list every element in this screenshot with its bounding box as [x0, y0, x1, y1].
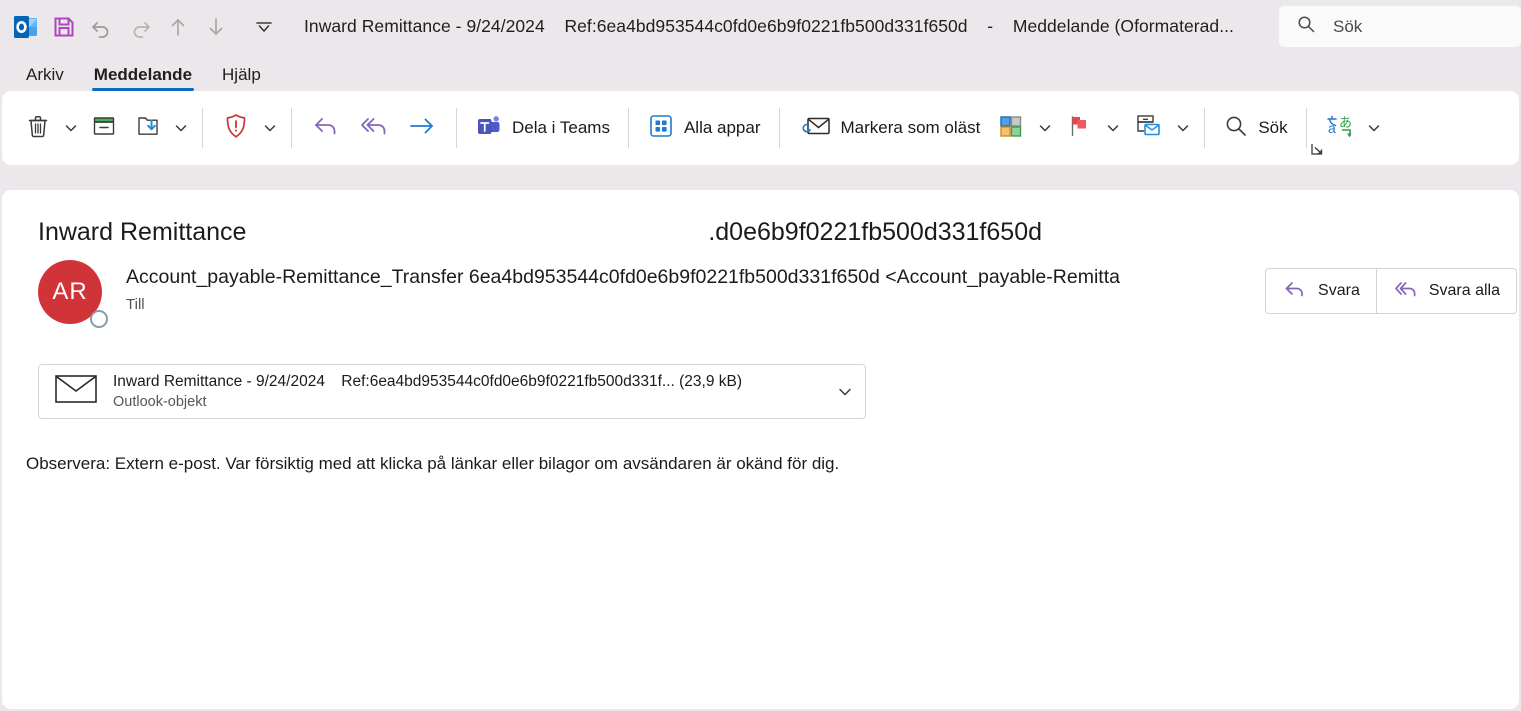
categorize-button[interactable]: [988, 104, 1034, 152]
rules-button[interactable]: [1124, 104, 1172, 152]
mark-unread-envelope-icon: [798, 111, 832, 146]
ribbon-search-label: Sök: [1258, 118, 1288, 137]
customize-quick-access-icon[interactable]: [246, 9, 282, 45]
next-item-icon[interactable]: [198, 9, 234, 45]
window-title-ref: Ref:6ea4bd953544c0fd0e6b9f0221fb500d331f…: [564, 16, 968, 36]
window-title-subject: Inward Remittance - 9/24/2024: [304, 16, 545, 36]
sender-meta: Account_payable-Remittance_Transfer 6ea4…: [126, 260, 1120, 313]
window-title: Inward Remittance - 9/24/2024 Ref:6ea4bd…: [304, 16, 1234, 37]
message-subject-head: Inward Remittance: [38, 218, 247, 246]
svg-text:あ: あ: [1339, 116, 1352, 131]
translate-dropdown-chevron-down-icon[interactable]: [1363, 104, 1385, 152]
presence-indicator-icon: [90, 310, 108, 328]
shield-alert-icon: [221, 111, 251, 146]
reply-all-arrow-icon: [358, 110, 390, 147]
sender-name[interactable]: Account_payable-Remittance_Transfer 6ea4…: [126, 266, 1120, 289]
ribbon-tabs: Arkiv Meddelande Hjälp: [0, 53, 1521, 91]
ribbon-divider-2: [291, 108, 292, 148]
trash-icon: [24, 112, 52, 145]
reply-arrow-icon: [310, 110, 342, 147]
mark-unread-button[interactable]: Markera som oläst: [790, 104, 989, 152]
junk-button[interactable]: [213, 104, 259, 152]
translate-icon: a あ: [1325, 112, 1355, 145]
mark-unread-label: Markera som oläst: [840, 118, 981, 137]
ribbon-divider-3: [456, 108, 457, 148]
window-title-dash: -: [987, 16, 994, 36]
reading-pane: Inward Remittance .d0e6b9f0221fb500d331f…: [2, 190, 1519, 709]
attachment-name: Inward Remittance - 9/24/2024: [113, 373, 325, 390]
forward-button[interactable]: [398, 104, 446, 152]
reply-label: Svara: [1318, 282, 1360, 299]
apps-grid-icon: [647, 112, 675, 145]
all-apps-button[interactable]: Alla appar: [639, 104, 769, 152]
tab-arkiv[interactable]: Arkiv: [12, 66, 78, 91]
attachment-item[interactable]: Inward Remittance - 9/24/2024 Ref:6ea4bd…: [38, 364, 866, 419]
forward-arrow-icon: [406, 110, 438, 147]
reply-all-arrow-icon: [1393, 276, 1419, 307]
share-to-teams-button[interactable]: Dela i Teams: [467, 104, 618, 152]
attachment-type: Outlook-objekt: [113, 394, 207, 410]
window-title-type: Meddelande (Oformaterad...: [1012, 16, 1234, 36]
archive-button[interactable]: [82, 104, 126, 152]
attachment-ref: Ref:6ea4bd953544c0fd0e6b9f0221fb500d331f…: [341, 373, 675, 390]
follow-up-button[interactable]: [1056, 104, 1102, 152]
reply-button[interactable]: Svara: [1265, 268, 1377, 314]
categorize-icon: [996, 111, 1026, 146]
attachment-chevron-down-icon[interactable]: [825, 383, 865, 401]
reply-all-button[interactable]: Svara alla: [1376, 268, 1517, 314]
rules-mail-icon: [1132, 111, 1164, 146]
reply-button[interactable]: [302, 104, 350, 152]
move-folder-icon: [134, 112, 162, 145]
tab-meddelande[interactable]: Meddelande: [80, 66, 206, 91]
share-to-teams-label: Dela i Teams: [512, 118, 610, 137]
redo-icon[interactable]: [122, 9, 158, 45]
save-icon[interactable]: [46, 9, 82, 45]
ribbon-divider-5: [778, 108, 780, 148]
undo-icon[interactable]: [84, 9, 120, 45]
svg-text:a: a: [1328, 120, 1336, 136]
teams-icon: [475, 112, 503, 145]
envelope-icon: [55, 374, 97, 409]
title-bar: Inward Remittance - 9/24/2024 Ref:6ea4bd…: [0, 0, 1521, 53]
ribbon-divider-4: [627, 108, 629, 148]
junk-dropdown-chevron-down-icon[interactable]: [259, 104, 281, 152]
avatar[interactable]: AR: [38, 260, 108, 328]
quick-access-toolbar: [0, 0, 282, 53]
reply-button-group: Svara Svara alla: [1265, 268, 1517, 314]
move-to-folder-button[interactable]: [126, 104, 170, 152]
dialog-launcher-button[interactable]: [1307, 139, 1327, 159]
external-email-warning: Observera: Extern e-post. Var försiktig …: [26, 454, 840, 473]
avatar-initials: AR: [52, 278, 88, 305]
tab-hjalp[interactable]: Hjälp: [208, 66, 275, 91]
sender-block: AR Account_payable-Remittance_Transfer 6…: [38, 260, 1120, 328]
search-placeholder: Sök: [1333, 16, 1363, 36]
flag-icon: [1064, 111, 1094, 146]
rules-dropdown-chevron-down-icon[interactable]: [1172, 104, 1194, 152]
search-icon: [1296, 14, 1316, 39]
reply-all-button[interactable]: [350, 104, 398, 152]
all-apps-label: Alla appar: [683, 118, 761, 137]
ribbon-search-button[interactable]: Sök: [1215, 104, 1295, 152]
archive-icon: [90, 112, 118, 145]
outlook-icon: [8, 9, 44, 45]
delete-dropdown-chevron-down-icon[interactable]: [60, 104, 82, 152]
ribbon-divider-1: [202, 108, 203, 148]
ribbon-divider-6: [1204, 108, 1206, 148]
attachment-text: Inward Remittance - 9/24/2024 Ref:6ea4bd…: [113, 373, 825, 410]
recipient-label: Till: [126, 296, 145, 313]
delete-button[interactable]: [16, 104, 60, 152]
reply-arrow-icon: [1282, 276, 1308, 307]
search-input[interactable]: Sök: [1279, 6, 1521, 47]
attachment-title-line: Inward Remittance - 9/24/2024 Ref:6ea4bd…: [113, 373, 825, 391]
previous-item-icon[interactable]: [160, 9, 196, 45]
reply-all-label: Svara alla: [1428, 282, 1500, 299]
move-dropdown-chevron-down-icon[interactable]: [170, 104, 192, 152]
message-subject: Inward Remittance .d0e6b9f0221fb500d331f…: [38, 218, 1489, 247]
search-icon: [1223, 113, 1249, 144]
follow-up-dropdown-chevron-down-icon[interactable]: [1102, 104, 1124, 152]
message-subject-tail: .d0e6b9f0221fb500d331f650d: [708, 218, 1042, 246]
attachment-size: (23,9 kB): [679, 373, 743, 390]
ribbon-toolbar: Dela i Teams Alla appar Markera som oläs…: [2, 91, 1519, 165]
categorize-dropdown-chevron-down-icon[interactable]: [1034, 104, 1056, 152]
